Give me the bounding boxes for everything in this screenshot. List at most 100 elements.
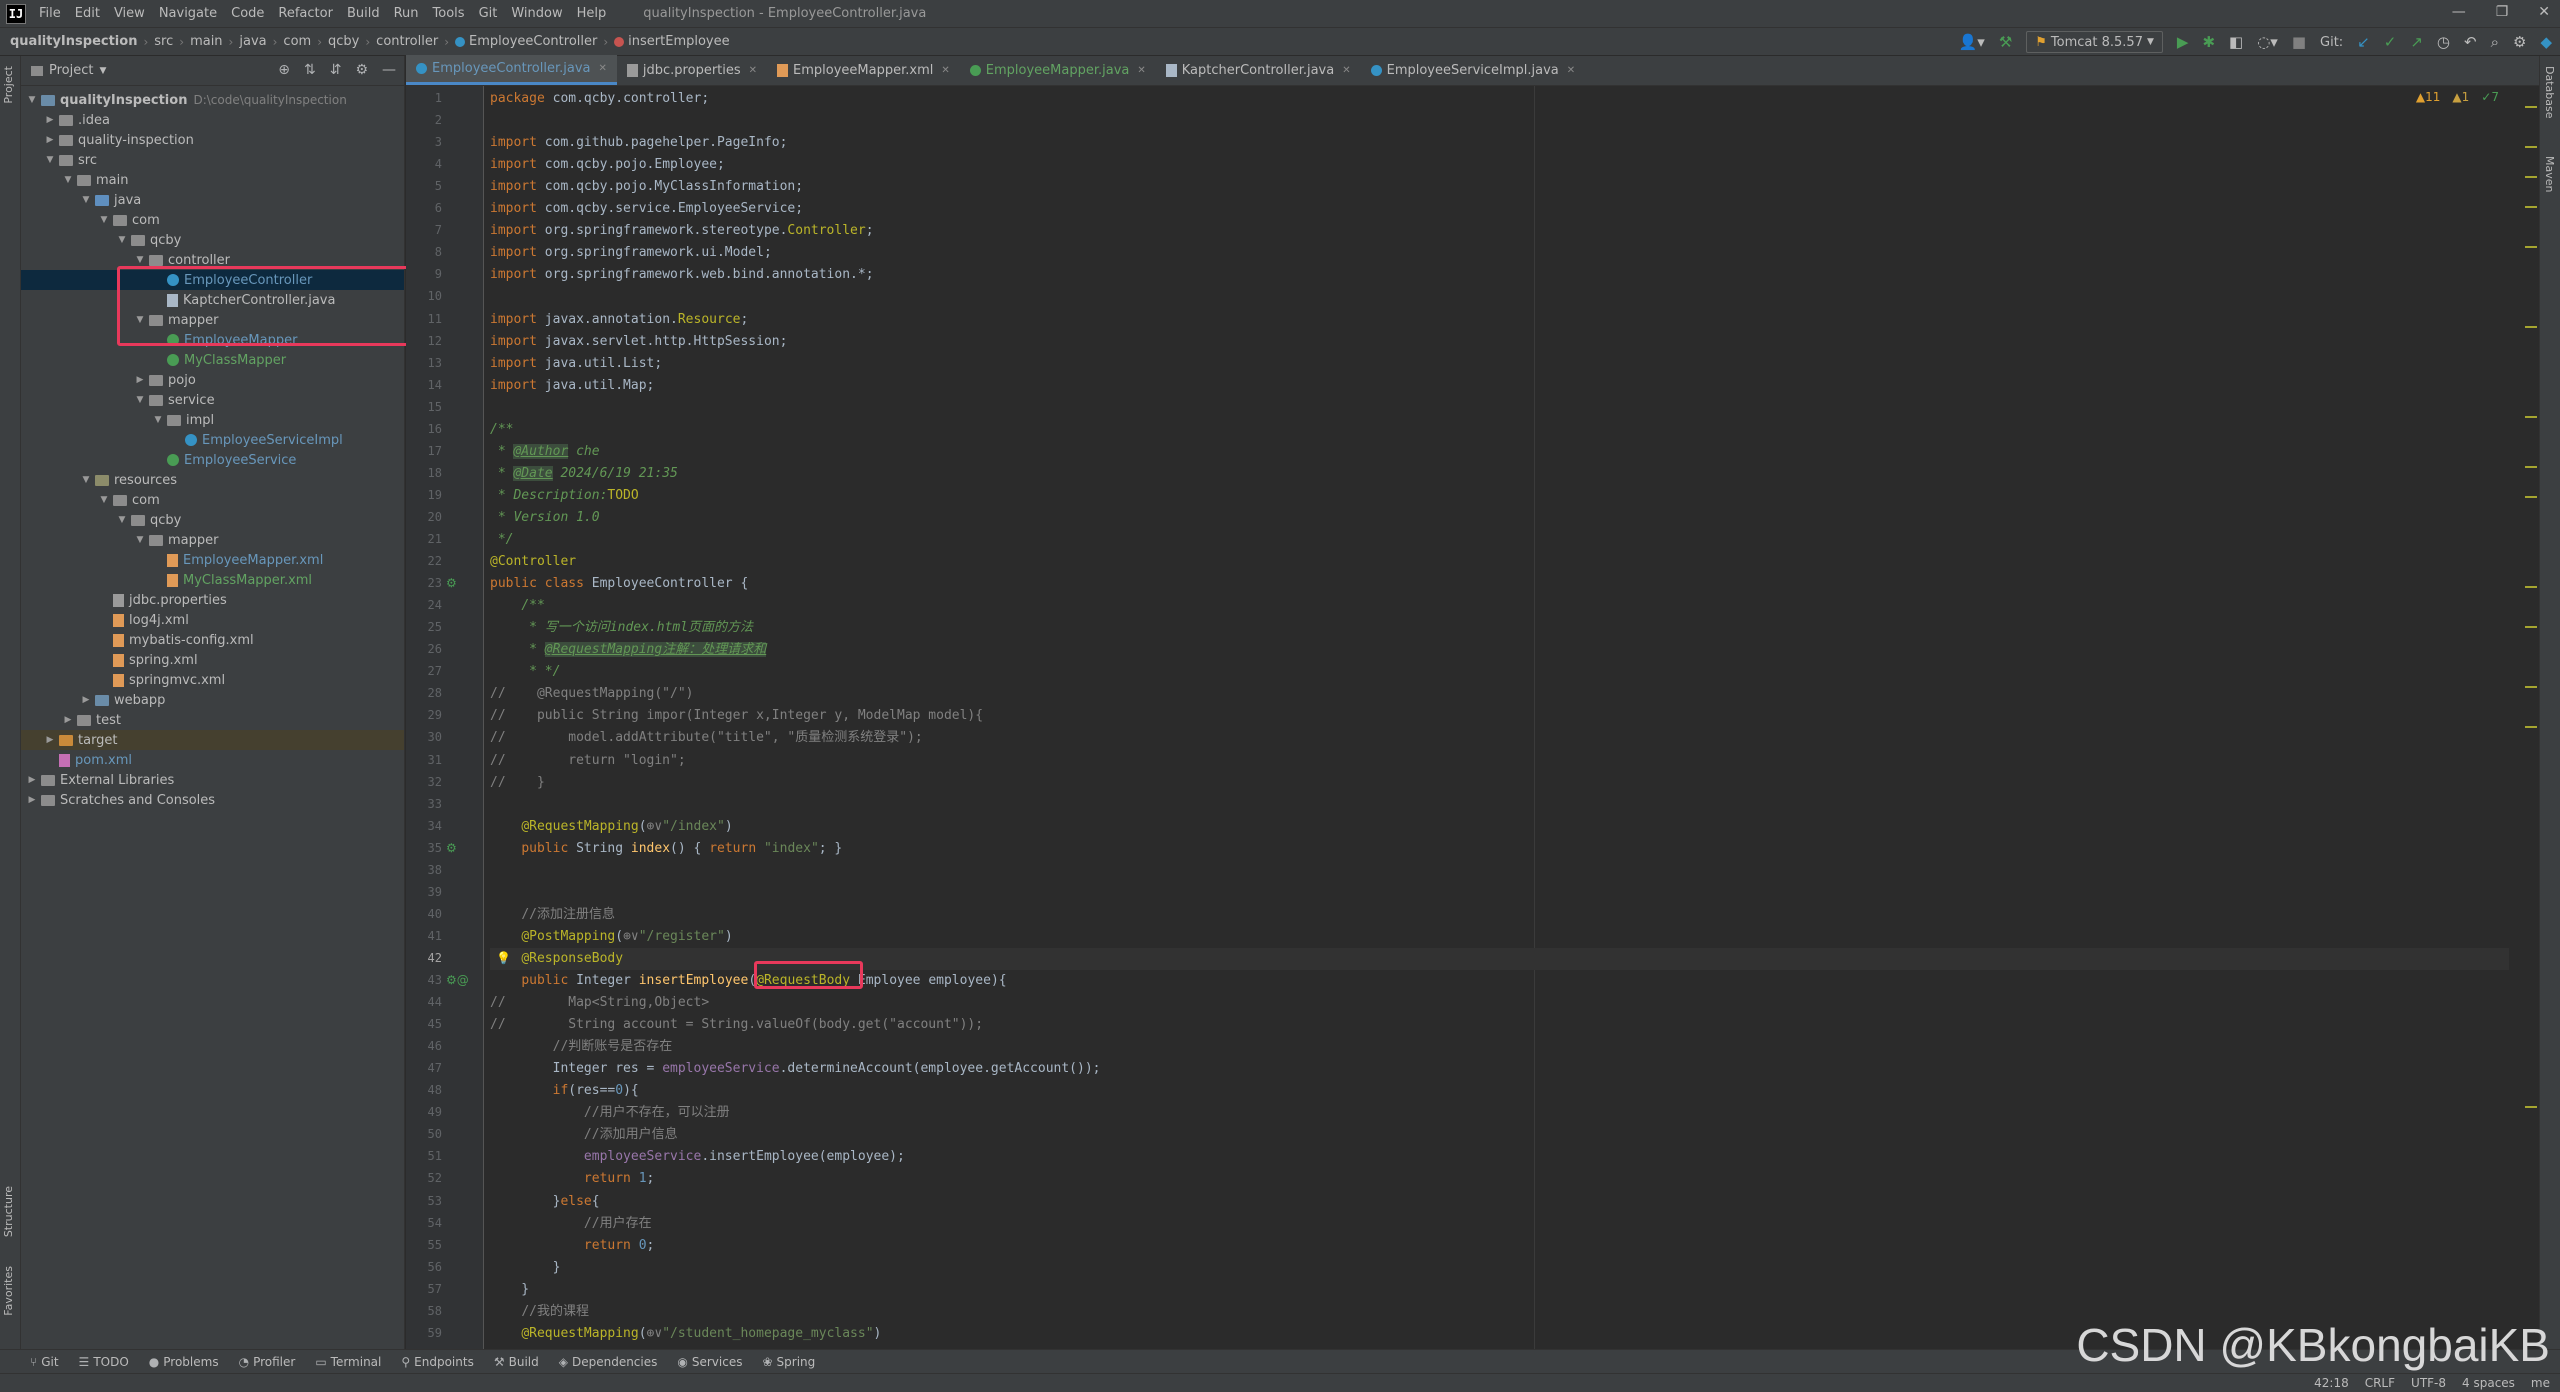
code-line[interactable]: import org.springframework.ui.Model; bbox=[490, 242, 772, 264]
code-line[interactable]: /** bbox=[490, 595, 544, 617]
code-line[interactable]: employeeService.insertEmployee(employee)… bbox=[490, 1146, 905, 1168]
tree-item[interactable]: ▼ resources bbox=[21, 470, 404, 490]
code-line[interactable]: import com.qcby.service.EmployeeService; bbox=[490, 198, 803, 220]
menu-view[interactable]: View bbox=[114, 6, 145, 21]
editor-tab[interactable]: jdbc.properties ✕ bbox=[617, 55, 767, 85]
close-icon[interactable]: ✕ bbox=[941, 65, 949, 76]
tree-item[interactable]: ▶ test bbox=[21, 710, 404, 730]
tool-window-profiler[interactable]: ◔ Profiler bbox=[239, 1355, 296, 1369]
code-line[interactable]: //判断账号是否存在 bbox=[490, 1036, 673, 1058]
code-line[interactable]: * @Date 2024/6/19 21:35 bbox=[490, 463, 678, 485]
project-view-select[interactable]: Project bbox=[49, 63, 93, 78]
chevron-right-icon[interactable]: ▶ bbox=[43, 735, 57, 745]
code-line[interactable]: * */ bbox=[490, 661, 560, 683]
chevron-down-icon[interactable]: ▼ bbox=[79, 475, 93, 485]
gear-icon[interactable]: ⚙ bbox=[355, 62, 368, 78]
close-icon[interactable]: ✕ bbox=[1137, 65, 1145, 76]
database-tool-tab[interactable]: Database bbox=[2543, 66, 2556, 119]
code-line[interactable]: import com.github.pagehelper.PageInfo; bbox=[490, 132, 787, 154]
intention-bulb-icon[interactable]: 💡 bbox=[496, 951, 511, 965]
menu-help[interactable]: Help bbox=[577, 6, 607, 21]
tree-item[interactable]: EmployeeService bbox=[21, 450, 404, 470]
tree-item[interactable]: EmployeeMapper.xml bbox=[21, 550, 404, 570]
tree-item[interactable]: ▼ qcby bbox=[21, 230, 404, 250]
tree-item[interactable]: pom.xml bbox=[21, 750, 404, 770]
user-icon[interactable]: 👤▾ bbox=[1959, 33, 1985, 51]
tree-item[interactable]: log4j.xml bbox=[21, 610, 404, 630]
git-update-icon[interactable]: ↙ bbox=[2357, 33, 2370, 51]
chevron-down-icon[interactable]: ▼ bbox=[25, 95, 39, 105]
tool-window-problems[interactable]: ● Problems bbox=[149, 1355, 219, 1369]
tool-window-services[interactable]: ◉ Services bbox=[677, 1355, 742, 1369]
code-line[interactable]: if(res==0){ bbox=[490, 1080, 639, 1102]
code-line[interactable]: import javax.servlet.http.HttpSession; bbox=[490, 331, 787, 353]
chevron-down-icon[interactable]: ▼ bbox=[133, 395, 147, 405]
breadcrumb-item[interactable]: EmployeeController bbox=[455, 34, 597, 49]
code-line[interactable]: import com.qcby.pojo.MyClassInformation; bbox=[490, 176, 803, 198]
tool-window-dependencies[interactable]: ◈ Dependencies bbox=[559, 1355, 658, 1369]
inspection-widget[interactable]: ▲11 ▲1 ✓7 bbox=[2416, 90, 2499, 104]
build-hammer-icon[interactable]: ⚒ bbox=[1999, 33, 2012, 51]
favorites-tool-tab[interactable]: Favorites bbox=[2, 1266, 15, 1316]
tree-item[interactable]: ▶ target bbox=[21, 730, 404, 750]
chevron-down-icon[interactable]: ▼ bbox=[115, 235, 129, 245]
breadcrumb-item[interactable]: controller bbox=[376, 34, 438, 49]
code-area[interactable]: package com.qcby.controller; import com.g… bbox=[490, 86, 2509, 1349]
close-icon[interactable]: ✕ bbox=[749, 65, 757, 76]
code-line[interactable]: //用户存在 bbox=[490, 1213, 652, 1235]
code-line[interactable]: * @Author che bbox=[490, 441, 600, 463]
code-line[interactable]: public Integer insertEmployee(@RequestBo… bbox=[490, 970, 1006, 992]
editor-tab[interactable]: EmployeeServiceImpl.java ✕ bbox=[1361, 55, 1586, 85]
tree-item[interactable]: ▶ .idea bbox=[21, 110, 404, 130]
menu-window[interactable]: Window bbox=[511, 6, 562, 21]
menu-build[interactable]: Build bbox=[347, 6, 380, 21]
tree-item[interactable]: MyClassMapper bbox=[21, 350, 404, 370]
bean-icon[interactable]: ⚙ bbox=[446, 841, 457, 855]
line-separator[interactable]: CRLF bbox=[2365, 1376, 2395, 1390]
tree-item[interactable]: mybatis-config.xml bbox=[21, 630, 404, 650]
expand-all-icon[interactable]: ⇅ bbox=[304, 62, 316, 78]
tree-item[interactable]: ▶ pojo bbox=[21, 370, 404, 390]
code-line[interactable]: * @RequestMapping注解：处理请求和 bbox=[490, 639, 767, 661]
menu-git[interactable]: Git bbox=[479, 6, 498, 21]
run-icon[interactable]: ▶ bbox=[2177, 33, 2189, 51]
breadcrumb-item[interactable]: java bbox=[239, 34, 266, 49]
warnings-count[interactable]: ▲11 bbox=[2416, 90, 2441, 104]
tree-item[interactable]: KaptcherController.java bbox=[21, 290, 404, 310]
file-encoding[interactable]: UTF-8 bbox=[2411, 1376, 2446, 1390]
chevron-down-icon[interactable]: ▼ bbox=[79, 195, 93, 205]
tree-item[interactable]: ▼ mapper bbox=[21, 310, 404, 330]
chevron-right-icon[interactable]: ▶ bbox=[25, 795, 39, 805]
code-line[interactable]: //添加用户信息 bbox=[490, 1124, 678, 1146]
run-configuration-select[interactable]: ⚑ Tomcat 8.5.57 ▼ bbox=[2026, 31, 2163, 53]
code-line[interactable]: public String index() { return "index"; … bbox=[490, 838, 842, 860]
tree-item[interactable]: ▼ service bbox=[21, 390, 404, 410]
typo-count[interactable]: ✓7 bbox=[2481, 90, 2499, 104]
menu-edit[interactable]: Edit bbox=[75, 6, 100, 21]
code-line[interactable]: //用户不存在，可以注册 bbox=[490, 1102, 730, 1124]
code-line[interactable]: * Version 1.0 bbox=[490, 507, 600, 529]
tree-item[interactable]: MyClassMapper.xml bbox=[21, 570, 404, 590]
stop-icon[interactable]: ■ bbox=[2292, 33, 2306, 51]
tree-item[interactable]: spring.xml bbox=[21, 650, 404, 670]
breadcrumb-item[interactable]: insertEmployee bbox=[614, 34, 730, 49]
chevron-right-icon[interactable]: ▶ bbox=[43, 135, 57, 145]
menu-tools[interactable]: Tools bbox=[433, 6, 465, 21]
git-branch[interactable]: me bbox=[2531, 1376, 2550, 1390]
code-line[interactable]: @Controller bbox=[490, 551, 576, 573]
close-icon[interactable]: ✕ bbox=[1567, 65, 1575, 76]
tree-item[interactable]: EmployeeServiceImpl bbox=[21, 430, 404, 450]
code-line[interactable]: return 0; bbox=[490, 1235, 654, 1257]
tool-window-build[interactable]: ⚒ Build bbox=[494, 1355, 539, 1369]
menu-run[interactable]: Run bbox=[394, 6, 419, 21]
code-line[interactable]: @PostMapping(⊕∨"/register") bbox=[490, 926, 732, 948]
tree-item[interactable]: EmployeeController bbox=[21, 270, 404, 290]
code-line[interactable]: import java.util.Map; bbox=[490, 375, 654, 397]
breadcrumb-item[interactable]: src bbox=[154, 34, 173, 49]
minimize-button[interactable]: — bbox=[2452, 4, 2466, 20]
chevron-right-icon[interactable]: ▶ bbox=[43, 115, 57, 125]
chevron-right-icon[interactable]: ▶ bbox=[79, 695, 93, 705]
code-line[interactable]: // String account = String.valueOf(body.… bbox=[490, 1014, 983, 1036]
tool-window-terminal[interactable]: ▭ Terminal bbox=[315, 1355, 381, 1369]
jetbrains-toolbox-icon[interactable]: ◆ bbox=[2540, 33, 2552, 51]
